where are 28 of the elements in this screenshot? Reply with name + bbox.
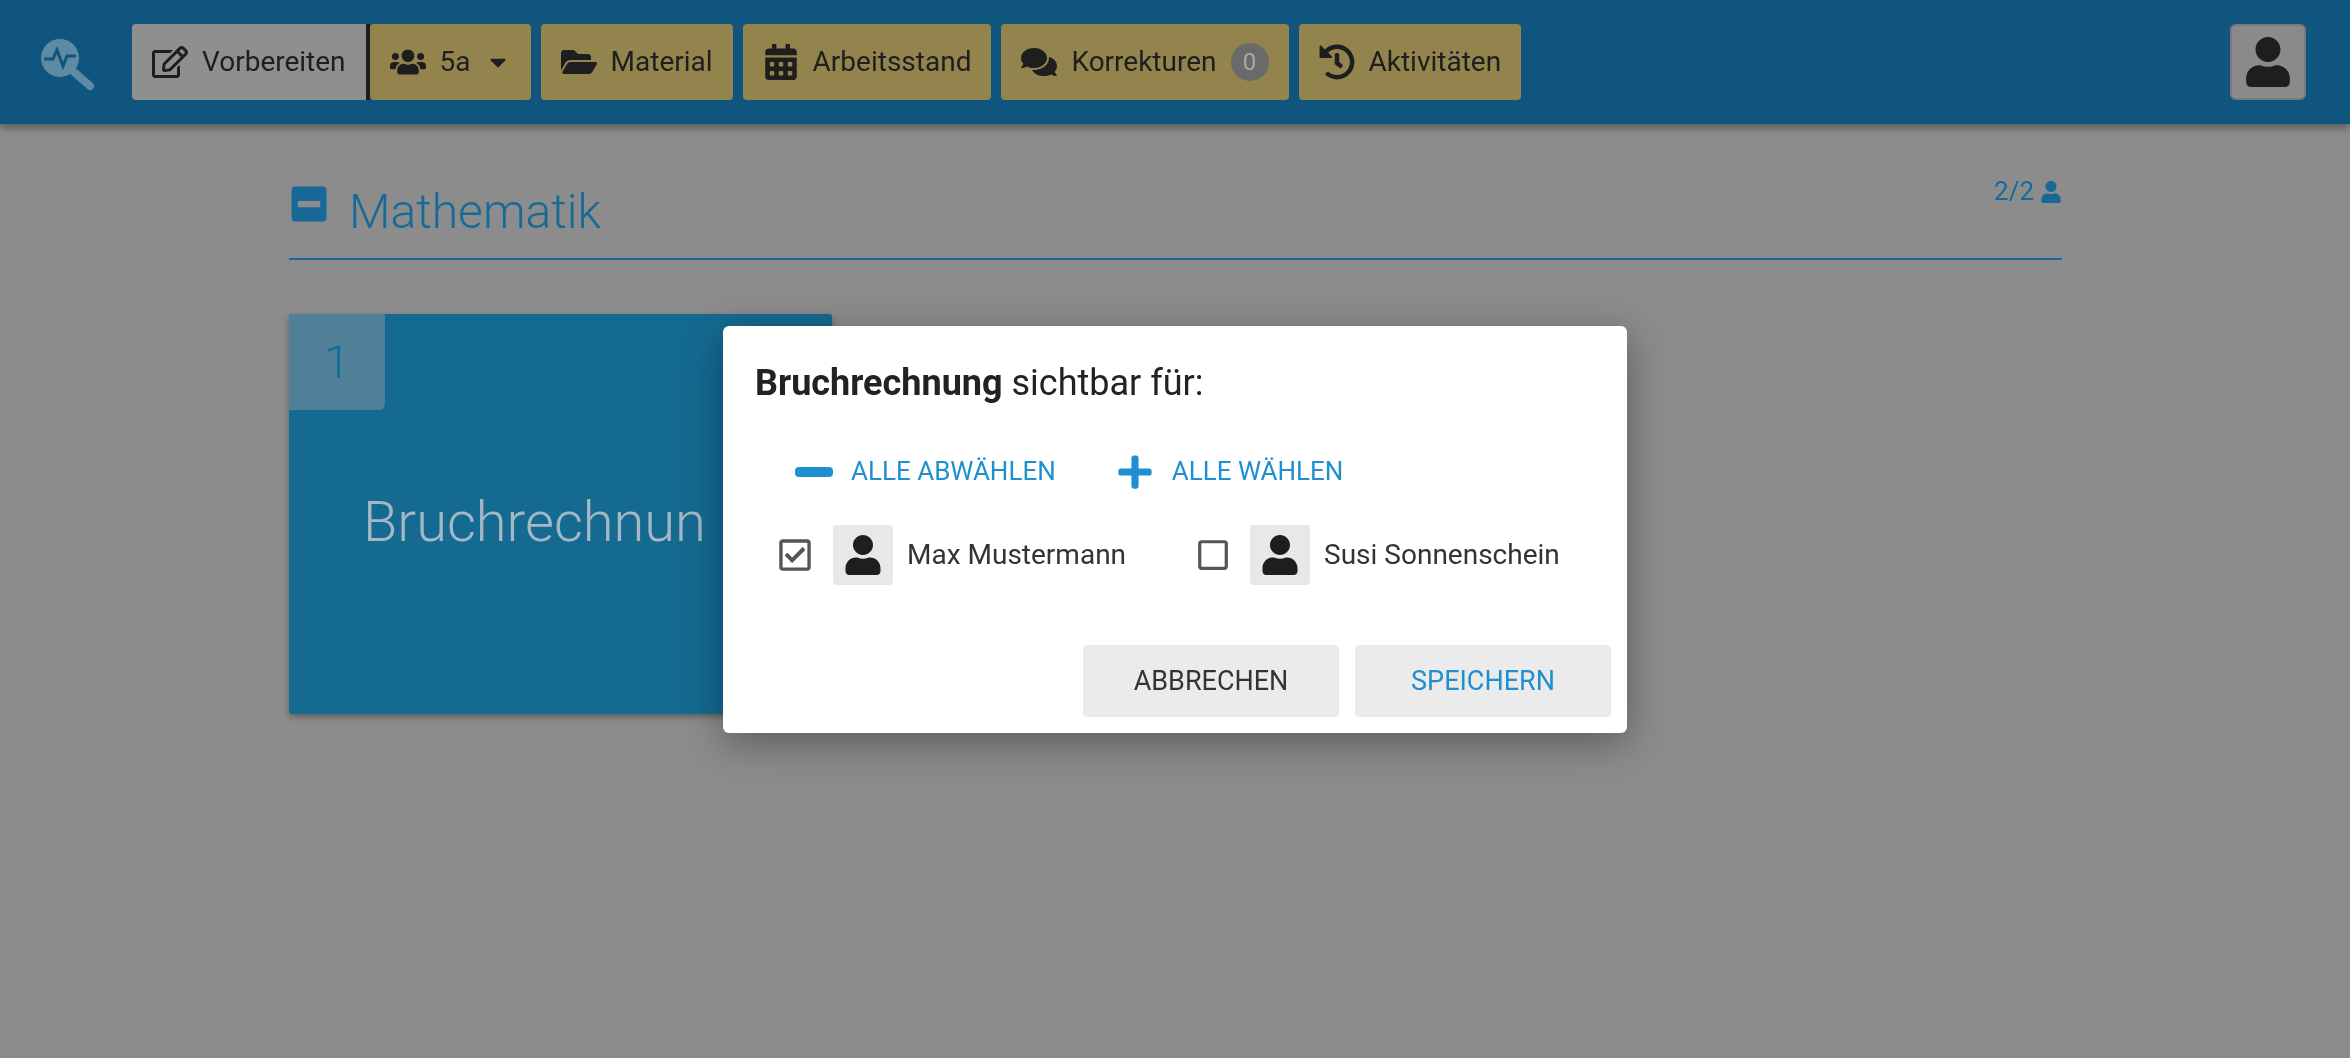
student-name: Max Mustermann (907, 537, 1127, 573)
checkbox[interactable] (777, 537, 813, 573)
select-all-button[interactable]: ALLE WÄHLEN (1115, 452, 1344, 491)
plus-icon (1115, 452, 1154, 491)
user-icon (2040, 180, 2062, 203)
user-icon (2243, 37, 2293, 87)
nav-button[interactable]: Vorbereiten (132, 24, 370, 100)
card-title: Bruchrechnun (363, 488, 706, 557)
count-badge: 0 (1230, 43, 1269, 81)
checkbox[interactable] (1196, 538, 1231, 572)
nav-button[interactable]: Korrekturen 0 (1001, 24, 1289, 100)
minus-icon (795, 466, 833, 477)
number-tile: 1 (289, 314, 385, 410)
nav-button[interactable]: Arbeitsstand (742, 24, 992, 100)
save-button[interactable]: SPEICHERN (1355, 645, 1611, 717)
nav-button[interactable]: Material (540, 24, 733, 100)
nav-button[interactable]: 5a (369, 24, 531, 100)
nav-button[interactable]: Aktivitäten (1298, 24, 1522, 100)
edit-icon (152, 44, 188, 80)
section-title: Mathematik (349, 188, 601, 236)
profile-button[interactable] (2230, 24, 2306, 100)
cancel-button[interactable]: ABBRECHEN (1083, 645, 1339, 717)
student-name: Susi Sonnenschein (1324, 537, 1560, 573)
user-icon (843, 535, 883, 575)
user-icon (1260, 535, 1301, 575)
member-count: 2/2 (1994, 175, 2034, 208)
history-icon (1318, 44, 1355, 80)
calendar-icon (762, 44, 799, 80)
